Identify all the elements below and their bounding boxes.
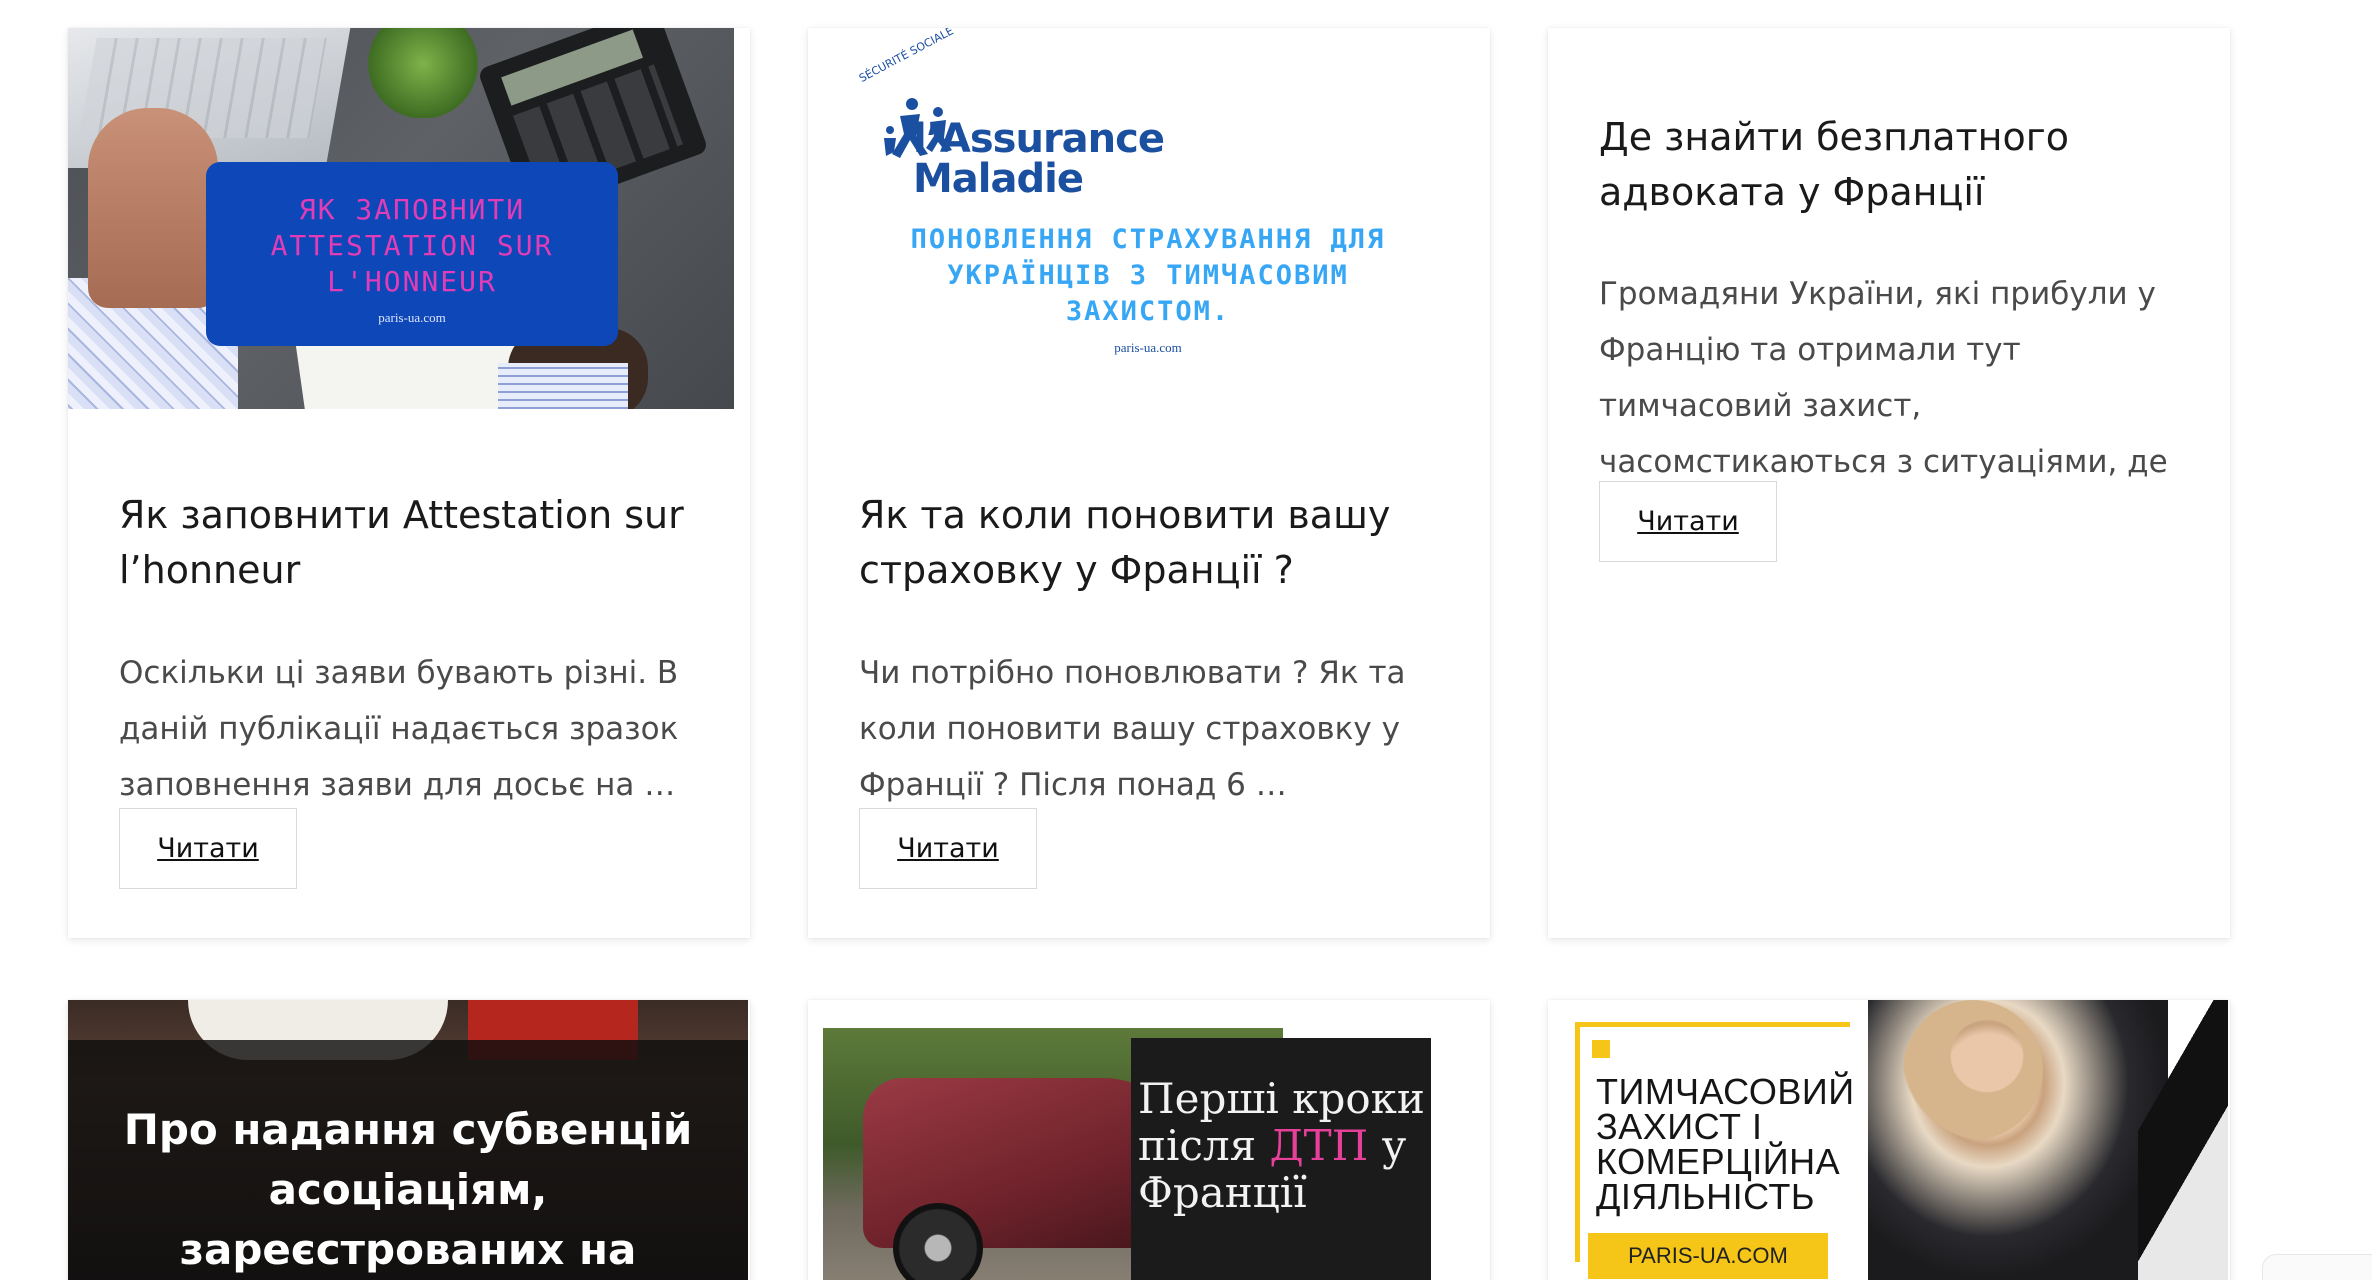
article-image[interactable]: ТИМЧАСОВИЙ ЗАХИСТ І КОМЕРЦІЙНА ДІЯЛЬНІСТ…	[1548, 1000, 2228, 1280]
image-title: Перші кроки після ДТП у Франції	[1138, 1075, 1428, 1216]
logo-text: Maladie	[913, 156, 1084, 202]
article-card: ТИМЧАСОВИЙ ЗАХИСТ І КОМЕРЦІЙНА ДІЯЛЬНІСТ…	[1548, 1000, 2230, 1280]
decorative-stripes	[2138, 1000, 2228, 1280]
plant-illustration	[368, 28, 478, 118]
article-excerpt: Чи потрібно поновлювати ? Як та коли пон…	[859, 655, 1406, 803]
article-card: Де знайти безплатного адвоката у Франції…	[1548, 28, 2230, 938]
article-card: Про надання субвенцій асоціаціям, зареєс…	[68, 1000, 750, 1280]
article-title[interactable]: Як заповнити Attestation sur l’honneur	[119, 488, 719, 598]
floating-widget-edge[interactable]	[2262, 1254, 2372, 1280]
article-image[interactable]: Перші кроки після ДТП у Франції	[808, 1000, 1488, 1280]
article-image[interactable]: Про надання субвенцій асоціаціям, зареєс…	[68, 1000, 748, 1280]
article-card: SÉCURITÉ SOCIALE l’Assurance Maladie ПОН…	[808, 28, 1490, 938]
article-title[interactable]: Як та коли поновити вашу страховку у Фра…	[859, 488, 1419, 598]
decorative-frame	[1575, 1022, 1850, 1027]
read-more-button[interactable]: Читати	[119, 808, 297, 889]
article-title[interactable]: Де знайти безплатного адвоката у Франції	[1599, 110, 2159, 220]
image-site-label: paris-ua.com	[378, 310, 446, 325]
decorative-frame	[1575, 1022, 1580, 1262]
image-title-highlight: ДТП	[1269, 1121, 1369, 1170]
logo-tagline: SÉCURITÉ SOCIALE	[856, 28, 956, 85]
read-more-button[interactable]: Читати	[1599, 481, 1777, 562]
article-excerpt: Оскільки ці заяви бувають різні. В даній…	[119, 655, 679, 803]
image-title: Про надання субвенцій асоціаціям, зареєс…	[123, 1105, 693, 1274]
image-site-label: paris-ua.com	[1114, 340, 1182, 355]
cuff-illustration	[498, 363, 628, 409]
image-overlay-title: ЯК ЗАПОВНИТИ ATTESTATION SUR L'HONNEUR	[270, 193, 554, 298]
article-image[interactable]: SÉCURITÉ SOCIALE l’Assurance Maladie ПОН…	[808, 28, 1488, 409]
woman-photo	[1903, 1000, 2043, 1140]
article-image[interactable]: ЯК ЗАПОВНИТИ ATTESTATION SUR L'HONNEUR p…	[68, 28, 734, 409]
hand-illustration	[88, 108, 218, 308]
image-overlay-box: ЯК ЗАПОВНИТИ ATTESTATION SUR L'HONNEUR p…	[206, 162, 618, 346]
article-card: ЯК ЗАПОВНИТИ ATTESTATION SUR L'HONNEUR p…	[68, 28, 750, 938]
decorative-square	[1592, 1040, 1610, 1058]
image-title: ТИМЧАСОВИЙ ЗАХИСТ І КОМЕРЦІЙНА ДІЯЛЬНІСТ…	[1596, 1071, 1855, 1217]
read-more-button[interactable]: Читати	[859, 808, 1037, 889]
site-badge: PARIS-UA.COM	[1588, 1233, 1828, 1279]
article-card: Перші кроки після ДТП у Франції	[808, 1000, 1490, 1280]
image-headline: ПОНОВЛЕННЯ СТРАХУВАННЯ ДЛЯ УКРАЇНЦІВ З Т…	[910, 224, 1386, 327]
